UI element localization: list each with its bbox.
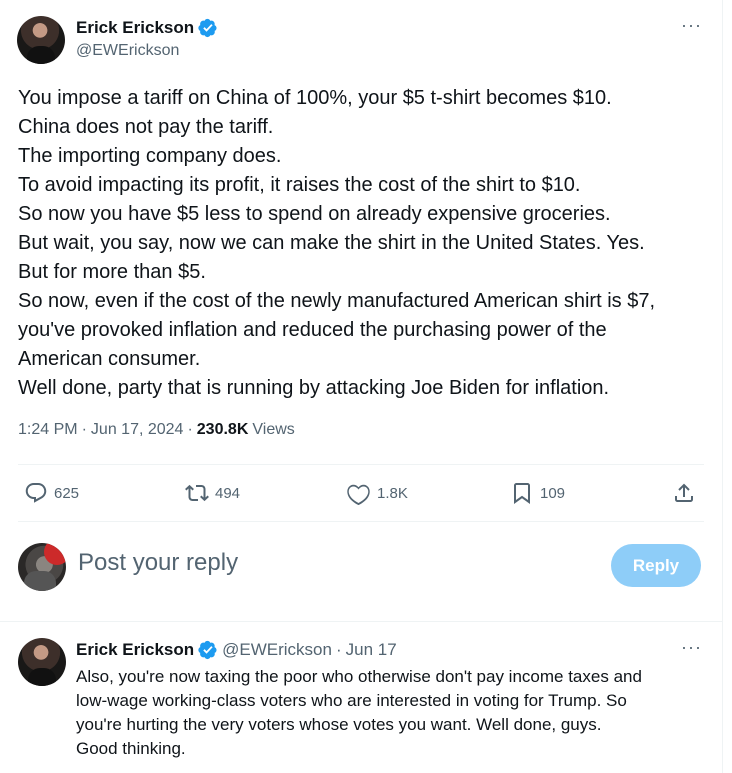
more-icon[interactable]: ···	[681, 16, 702, 34]
tweet-text-line: American consumer.	[18, 348, 201, 370]
author-name[interactable]: Erick Erickson	[76, 18, 194, 38]
tweet-text-line: you're hurting the very voters whose vot…	[76, 715, 602, 734]
divider	[18, 521, 704, 522]
share-button[interactable]	[672, 481, 696, 505]
tweet-text-line: So now, even if the cost of the newly ma…	[18, 290, 656, 312]
tweet-text-line: But wait, you say, now we can make the s…	[18, 232, 645, 254]
tweet-date[interactable]: Jun 17, 2024	[91, 421, 184, 439]
retweet-icon	[185, 484, 209, 502]
tweet-text-line: The importing company does.	[18, 145, 282, 167]
verified-badge-icon	[198, 640, 217, 660]
reply-tweet-header: Erick Erickson @EWErickson · Jun 17	[76, 640, 397, 660]
column-border	[722, 0, 723, 773]
like-button[interactable]: 1.8K	[347, 481, 408, 505]
bookmark-icon	[514, 483, 530, 504]
section-divider	[0, 621, 722, 622]
tweet-text-line: But for more than $5.	[18, 261, 206, 283]
author-handle[interactable]: @EWErickson	[222, 640, 332, 660]
tweet-text-line: low-wage working-class voters who are in…	[76, 691, 627, 710]
tweet-text-line: China does not pay the tariff.	[18, 116, 274, 138]
reply-icon	[25, 483, 47, 503]
verified-badge-icon	[198, 18, 217, 38]
tweet-text-line: You impose a tariff on China of 100%, yo…	[18, 87, 612, 109]
tweet-text-line: So now you have $5 less to spend on alre…	[18, 203, 611, 225]
bookmark-button[interactable]: 109	[510, 481, 565, 505]
author-name[interactable]: Erick Erickson	[76, 640, 194, 660]
tweet-text-line: To avoid impacting its profit, it raises…	[18, 174, 581, 196]
reply-input[interactable]: Post your reply	[78, 549, 238, 577]
tweet-text: You impose a tariff on China of 100%, yo…	[18, 84, 718, 403]
heart-icon	[347, 484, 370, 505]
like-count: 1.8K	[377, 484, 408, 502]
meta-separator: ·	[335, 640, 342, 659]
author-handle[interactable]: @EWErickson	[76, 42, 179, 60]
reply-count: 625	[54, 484, 80, 502]
tweet-text-line: you've provoked inflation and reduced th…	[18, 319, 607, 341]
tweet-text-line: Well done, party that is running by atta…	[18, 377, 610, 399]
tweet-time[interactable]: 1:24 PM	[18, 421, 78, 439]
more-icon[interactable]: ···	[681, 638, 702, 656]
tweet-text-line: Also, you're now taxing the poor who oth…	[76, 667, 642, 686]
retweet-count: 494	[215, 484, 241, 502]
tweet-meta: 1:24 PM · Jun 17, 2024 · 230.8K Views	[18, 421, 295, 439]
share-icon	[675, 483, 693, 502]
reply-button[interactable]: 625	[24, 481, 79, 505]
meta-separator: ·	[187, 421, 193, 438]
views-label: Views	[252, 421, 295, 438]
views-count: 230.8K	[196, 421, 249, 438]
author-name-row: Erick Erickson	[76, 18, 218, 38]
tweet-text: Also, you're now taxing the poor who oth…	[76, 665, 706, 761]
author-avatar[interactable]	[18, 638, 66, 686]
reply-submit-button[interactable]: Reply	[611, 544, 701, 587]
tweet-text-line: Good thinking.	[76, 739, 186, 758]
action-bar: 625 494 1.8K 109	[0, 464, 722, 522]
tweet-date[interactable]: Jun 17	[346, 640, 397, 660]
meta-separator: ·	[81, 421, 87, 438]
author-avatar[interactable]	[17, 16, 65, 64]
bookmark-count: 109	[540, 484, 566, 502]
current-user-avatar[interactable]	[18, 543, 66, 591]
retweet-button[interactable]: 494	[185, 481, 240, 505]
